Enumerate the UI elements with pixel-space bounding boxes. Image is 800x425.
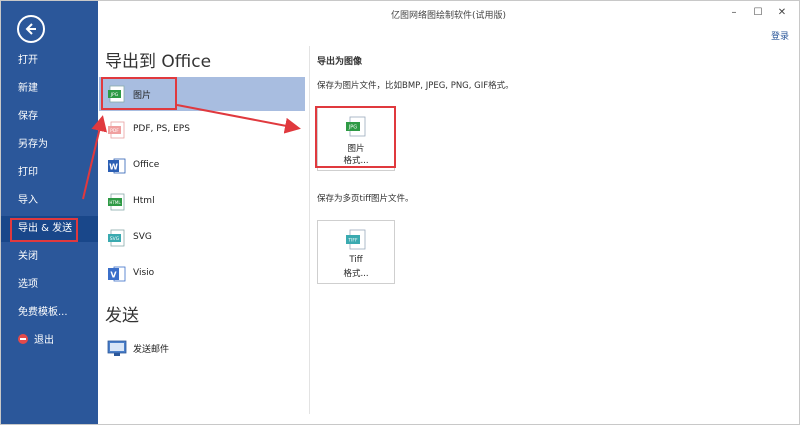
svg-text:TIFF: TIFF: [347, 238, 358, 244]
export-item-html[interactable]: HTML Html: [99, 185, 305, 219]
export-heading: 导出到 Office: [105, 52, 212, 72]
sidebar-item-free-templates[interactable]: 免费模板...: [1, 300, 98, 326]
export-item-label: 图片: [133, 91, 152, 101]
minimize-button[interactable]: –: [723, 4, 745, 22]
svg-text:SVG: SVG: [110, 236, 120, 242]
sidebar-item-options[interactable]: 选项: [1, 272, 98, 298]
back-arrow-icon: [25, 23, 36, 35]
exit-icon: [18, 334, 28, 344]
export-item-label: SVG: [133, 232, 152, 242]
svg-text:HTML: HTML: [109, 200, 121, 205]
export-item-visio[interactable]: V Visio: [99, 257, 305, 291]
send-heading: 发送: [105, 306, 139, 326]
app-window: 打开 新建 保存 另存为 打印 导入 导出 & 发送 关闭 选项 免费模板...…: [0, 0, 800, 425]
jpg-image-icon: JPG: [346, 116, 366, 137]
tiff-button-label: Tiff: [349, 255, 363, 265]
svg-text:PDF: PDF: [110, 128, 119, 134]
sidebar-item-label: 退出: [34, 335, 54, 346]
sidebar-item-save[interactable]: 保存: [1, 104, 98, 130]
export-item-pdf[interactable]: PDF PDF, PS, EPS: [99, 113, 305, 147]
sidebar-item-print[interactable]: 打印: [1, 160, 98, 186]
maximize-button[interactable]: ☐: [747, 4, 769, 22]
export-item-svg[interactable]: SVG SVG: [99, 221, 305, 255]
window-title: 亿图网络图绘制软件(试用版): [390, 11, 507, 21]
svg-text:V: V: [110, 271, 117, 280]
section-title: 导出为图像: [317, 57, 363, 67]
sidebar-item-open[interactable]: 打开: [1, 48, 98, 74]
svg-icon: SVG: [108, 229, 125, 247]
sidebar-item-import[interactable]: 导入: [1, 188, 98, 214]
export-item-label: PDF, PS, EPS: [133, 124, 190, 134]
image-button-label: 图片: [347, 144, 365, 154]
image-description: 保存为图片文件，比如BMP, JPEG, PNG, GIF格式。: [317, 81, 514, 91]
sidebar-item-exit[interactable]: 退出: [1, 328, 98, 354]
export-image-panel: 导出为图像 保存为图片文件，比如BMP, JPEG, PNG, GIF格式。 J…: [317, 27, 787, 424]
export-item-image[interactable]: JPG 图片: [99, 77, 305, 111]
jpg-image-icon: JPG: [108, 85, 125, 103]
svg-text:JPG: JPG: [348, 125, 357, 131]
svg-text:JPG: JPG: [110, 92, 119, 98]
sidebar-item-export-send[interactable]: 导出 & 发送: [1, 216, 98, 242]
export-options-panel: 导出到 Office JPG 图片 PDF PDF, PS, EPS W Off…: [99, 27, 309, 424]
email-send-icon: [107, 340, 127, 356]
html-icon: HTML: [108, 193, 125, 211]
visio-icon: V: [108, 266, 126, 282]
send-item-label: 发送邮件: [133, 345, 170, 355]
backstage-sidebar: 打开 新建 保存 另存为 打印 导入 导出 & 发送 关闭 选项 免费模板...…: [1, 1, 98, 424]
send-item-email[interactable]: 发送邮件: [99, 331, 305, 365]
word-icon: W: [108, 158, 126, 174]
export-item-office[interactable]: W Office: [99, 149, 305, 183]
export-item-label: Html: [133, 196, 155, 206]
close-button[interactable]: ✕: [771, 4, 793, 22]
sidebar-item-new[interactable]: 新建: [1, 76, 98, 102]
tiff-format-button[interactable]: TIFF Tiff 格式...: [317, 220, 395, 284]
export-item-label: Visio: [133, 268, 155, 278]
column-divider: [309, 46, 310, 414]
sidebar-item-save-as[interactable]: 另存为: [1, 132, 98, 158]
sidebar-item-close[interactable]: 关闭: [1, 244, 98, 270]
image-format-button[interactable]: JPG 图片 格式...: [317, 107, 395, 171]
tiff-button-sublabel: 格式...: [343, 269, 369, 279]
tiff-image-icon: TIFF: [346, 229, 366, 250]
image-button-sublabel: 格式...: [343, 156, 369, 166]
title-bar: 亿图网络图绘制软件(试用版) – ☐ ✕: [98, 1, 799, 27]
export-item-label: Office: [133, 160, 160, 170]
pdf-file-icon: PDF: [108, 121, 125, 139]
back-button[interactable]: [17, 15, 45, 43]
tiff-description: 保存为多页tiff图片文件。: [317, 194, 414, 204]
svg-text:W: W: [109, 163, 118, 172]
